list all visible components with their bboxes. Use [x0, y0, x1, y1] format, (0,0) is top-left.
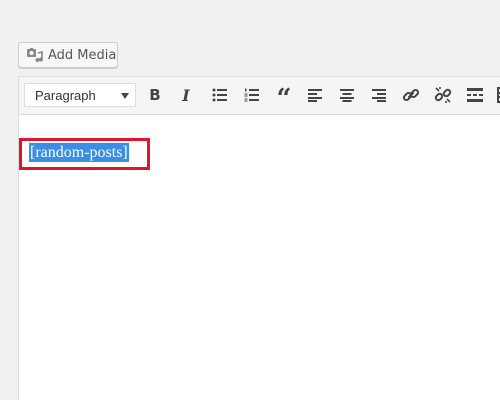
editor-content[interactable]: [random-posts]: [19, 115, 500, 400]
shortcode-text[interactable]: [random-posts]: [29, 143, 129, 162]
italic-button[interactable]: I: [174, 83, 198, 107]
insert-link-button[interactable]: [399, 83, 423, 107]
editor-screen: Add Media Paragraph B I “ [random-posts]: [0, 0, 500, 400]
media-icon: [26, 47, 44, 63]
numbered-list-icon: [244, 88, 259, 102]
add-media-label: Add Media: [48, 47, 117, 63]
remove-link-button[interactable]: [431, 83, 455, 107]
bulleted-list-button[interactable]: [208, 83, 232, 107]
bold-icon: B: [149, 86, 161, 104]
bold-button[interactable]: B: [143, 83, 167, 107]
visual-editor: Paragraph B I “ [random-posts]: [18, 76, 500, 400]
caret-down-icon: [121, 93, 129, 99]
align-right-button[interactable]: [367, 83, 391, 107]
italic-icon: I: [182, 85, 190, 105]
blockquote-icon: “: [276, 84, 292, 114]
unlink-icon: [434, 87, 452, 103]
read-more-icon: [467, 88, 483, 102]
add-media-button[interactable]: Add Media: [18, 42, 118, 68]
read-more-button[interactable]: [463, 83, 487, 107]
numbered-list-button[interactable]: [240, 83, 264, 107]
format-select[interactable]: Paragraph: [24, 83, 136, 107]
format-select-value: Paragraph: [35, 87, 96, 103]
bulleted-list-icon: [212, 88, 227, 102]
align-right-icon: [372, 89, 386, 102]
blockquote-button[interactable]: “: [272, 83, 296, 112]
align-center-button[interactable]: [335, 83, 359, 107]
align-left-icon: [308, 89, 322, 102]
toolbar-toggle-button[interactable]: [493, 83, 500, 107]
align-center-icon: [340, 89, 354, 102]
align-left-button[interactable]: [303, 83, 327, 107]
link-icon: [402, 88, 420, 102]
editor-toolbar: Paragraph B I “: [19, 77, 500, 115]
